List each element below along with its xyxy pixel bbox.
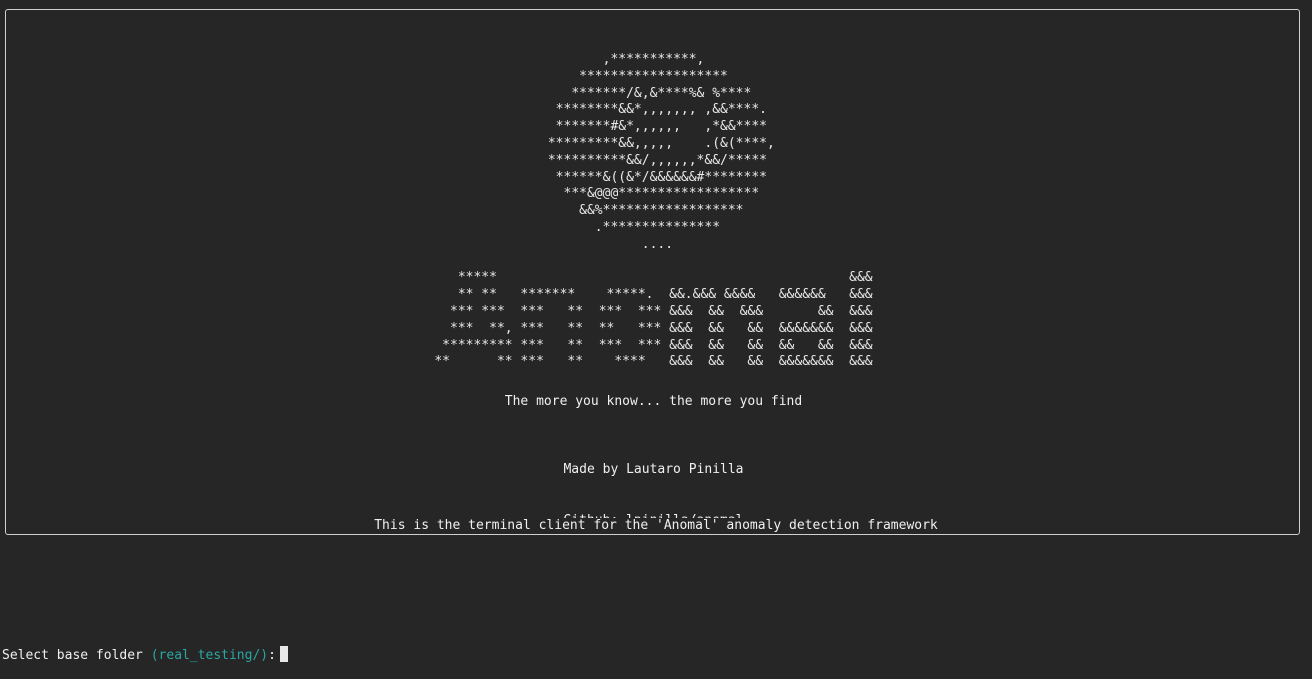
prompt-default-value: (real_testing/) bbox=[150, 648, 269, 663]
panel-subtitle-text: This is the terminal client for the 'Ano… bbox=[366, 518, 946, 533]
prompt-suffix: : bbox=[268, 648, 276, 663]
ascii-art-line: ********&&*,,,,,,, ,&&****. bbox=[524, 102, 783, 118]
anomal-ascii-logo: ,***********, ******************* ******… bbox=[6, 52, 1301, 371]
ascii-art-line: .... bbox=[524, 236, 783, 252]
base-folder-prompt[interactable]: Select base folder (real_testing/): bbox=[2, 646, 288, 665]
credits: Made by Lautaro Pinilla Github: lpinilla… bbox=[6, 427, 1301, 563]
ascii-art-line: ***&@@@****************** bbox=[524, 186, 783, 202]
ascii-art-line: ** ** ******* *****. &&.&&& &&&& &&&&&& … bbox=[434, 287, 873, 303]
tagline: The more you know... the more you find bbox=[504, 394, 803, 409]
ascii-art-line: ***** &&& bbox=[434, 270, 873, 286]
ascii-art-line: *********&&,,,,, .(&(****, bbox=[524, 135, 783, 151]
prompt-label: Select base folder bbox=[2, 648, 143, 663]
ascii-art-line: ******************* bbox=[524, 68, 783, 84]
ascii-art-line: *** *** *** ** *** *** &&& && &&& && &&& bbox=[434, 303, 873, 319]
panel-subtitle: This is the terminal client for the 'Ano… bbox=[0, 517, 1312, 534]
ascii-art-line: ******&((&*/&&&&&&#******** bbox=[524, 169, 783, 185]
ascii-art-line: &&%****************** bbox=[524, 203, 783, 219]
welcome-panel: ,***********, ******************* ******… bbox=[5, 9, 1300, 535]
ascii-art-line: ,***********, bbox=[524, 52, 783, 67]
ascii-art-line: ********* *** ** *** *** &&& && && && &&… bbox=[434, 337, 873, 353]
ascii-art-line: ** ** *** ** **** &&& && && &&&&&&& &&& bbox=[434, 354, 873, 370]
ascii-art-line: .*************** bbox=[524, 219, 783, 235]
made-by-text: Made by Lautaro Pinilla bbox=[563, 462, 744, 477]
ascii-art-line: *******#&*,,,,,, ,*&&**** bbox=[524, 119, 783, 135]
text-cursor[interactable] bbox=[279, 646, 288, 662]
ascii-art-line: **********&&/,,,,,,*&&/***** bbox=[524, 152, 783, 168]
ascii-art-line: *******/&,&****%& %**** bbox=[524, 85, 783, 101]
ascii-art-line bbox=[6, 254, 1301, 271]
ascii-art-line: *** **, *** ** ** *** &&& && && &&&&&&& … bbox=[434, 320, 873, 336]
